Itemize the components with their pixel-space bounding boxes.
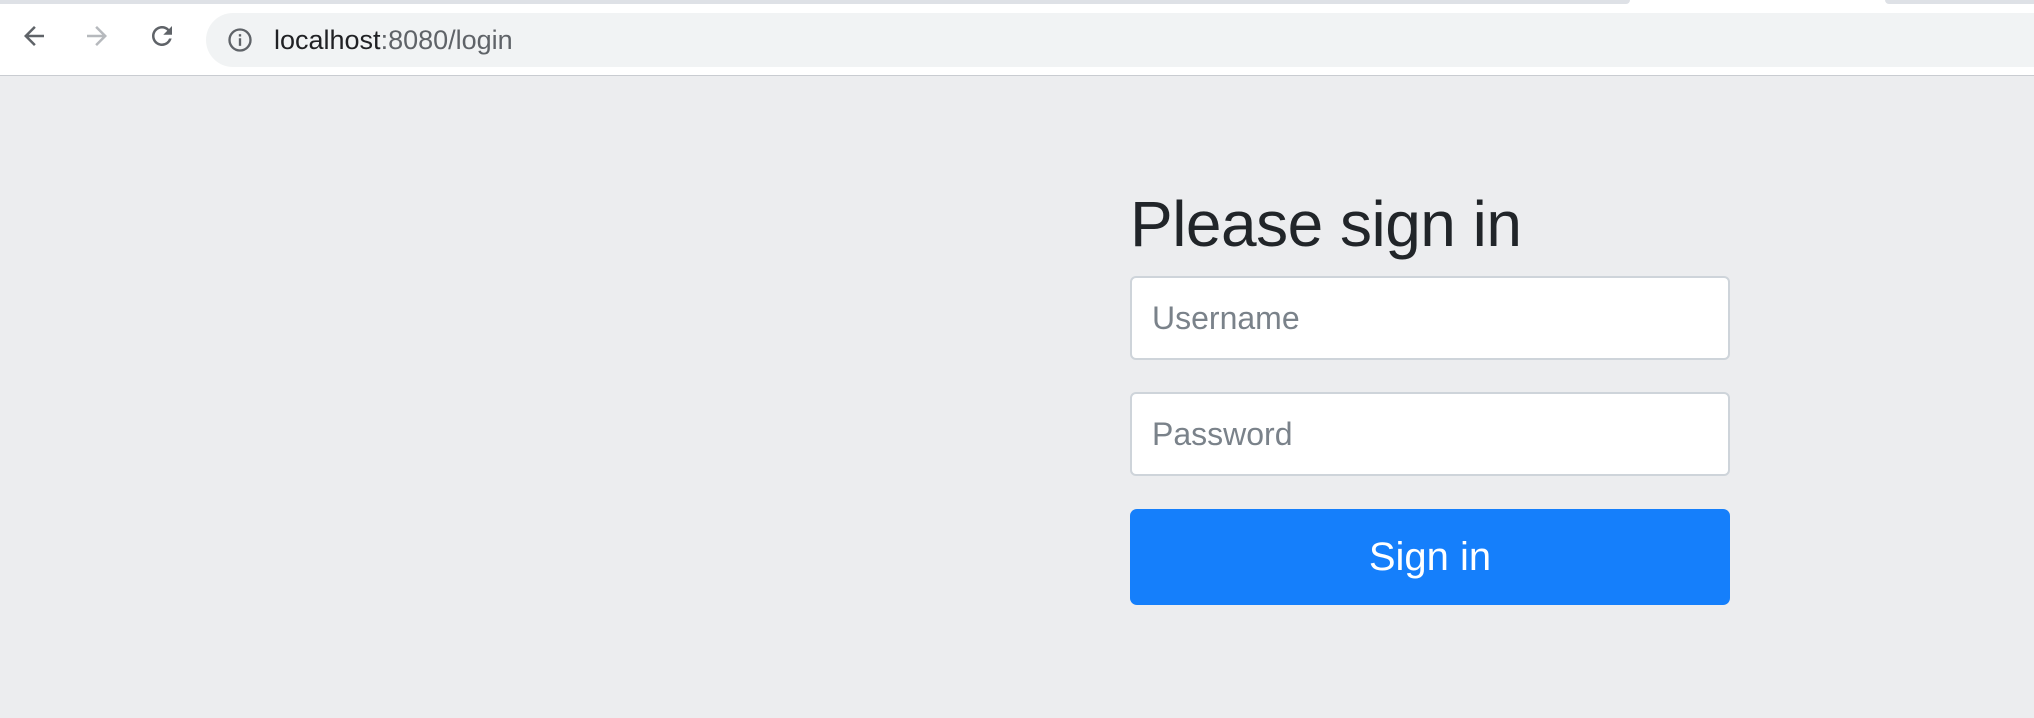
reload-icon [152,26,172,46]
back-button[interactable] [14,16,54,56]
arrow-right-icon [87,26,107,46]
signin-form: Please sign in Sign in [1130,187,1730,605]
username-input[interactable] [1130,276,1730,360]
forward-button[interactable] [77,16,117,56]
password-input[interactable] [1130,392,1730,476]
page-content: Please sign in Sign in [0,77,2034,718]
info-icon[interactable] [226,26,254,54]
reload-button[interactable] [142,16,182,56]
sign-in-button[interactable]: Sign in [1130,509,1730,605]
url-text[interactable]: localhost:8080/login [274,25,513,55]
browser-toolbar: localhost:8080/login [0,4,2034,76]
address-bar[interactable]: localhost:8080/login [206,13,2034,67]
page-title: Please sign in [1130,188,1522,260]
url-host: localhost [274,25,381,55]
arrow-left-icon [24,26,44,46]
url-path: :8080/login [380,25,513,55]
